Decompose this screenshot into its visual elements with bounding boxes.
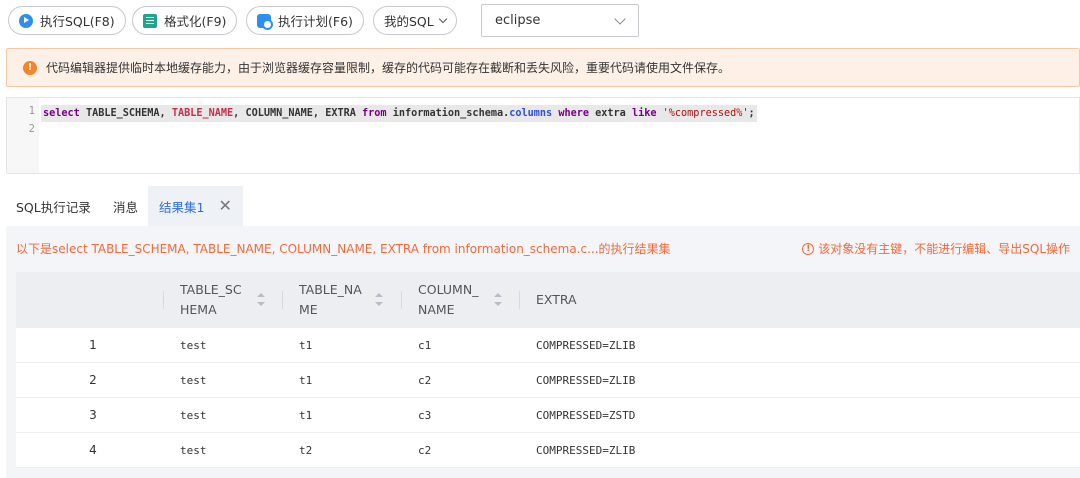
ident-table-schema: TABLE_SCHEMA,	[85, 108, 166, 119]
tab-resultset-1[interactable]: 结果集1 ✕	[148, 186, 243, 226]
column-header-table-schema[interactable]: TABLE_SC HEMA	[180, 272, 242, 328]
notice-text: 代码编辑器提供临时本地缓存能力，由于浏览器缓存容量限制，缓存的代码可能存在截断和…	[46, 61, 731, 75]
table-row[interactable]: 4 test t2 c2 COMPRESSED=ZLIB	[16, 433, 1080, 468]
cell-column: c1	[418, 339, 432, 352]
column-divider	[163, 291, 164, 309]
header-line: ME	[299, 302, 318, 317]
tab-sql-history-label: SQL执行记录	[16, 199, 91, 215]
header-line: HEMA	[180, 302, 217, 317]
result-table: TABLE_SC HEMA TABLE_NA ME COLUMN_ NAME EXTR…	[16, 272, 1080, 468]
execution-plan-button[interactable]: 执行计划(F6)	[246, 6, 364, 35]
info-icon: !	[802, 242, 815, 255]
keyword-select: select	[43, 108, 80, 119]
my-sql-dropdown[interactable]: 我的SQL	[373, 6, 457, 35]
line-gutter: 1 2	[7, 98, 39, 173]
cell-table: t2	[299, 444, 313, 457]
toolbar: 执行SQL(F8) 格式化(F9) 执行计划(F6) 我的SQL eclipse	[0, 0, 1080, 44]
cell-schema: test	[180, 444, 207, 457]
format-icon	[143, 13, 157, 28]
cell-extra: COMPRESSED=ZSTD	[536, 409, 636, 422]
cell-table: t1	[299, 339, 313, 352]
column-divider	[401, 291, 402, 309]
ident-extra: EXTRA	[325, 108, 356, 119]
my-sql-label: 我的SQL	[384, 14, 434, 29]
sql-editor[interactable]: 1 2 select TABLE_SCHEMA, TABLE_NAME, COL…	[6, 97, 1080, 174]
cell-table: t1	[299, 409, 313, 422]
string-pattern: '%compressed%'	[662, 108, 749, 119]
cell-column: c3	[418, 409, 432, 422]
header-line: TABLE_SC	[180, 282, 242, 297]
result-summary: 以下是select TABLE_SCHEMA, TABLE_NAME, COLU…	[16, 242, 671, 256]
code-line-1[interactable]: select TABLE_SCHEMA, TABLE_NAME, COLUMN_…	[41, 105, 757, 122]
ident-schema: information_schema.	[392, 108, 510, 119]
cell-extra: COMPRESSED=ZLIB	[536, 339, 636, 352]
header-line: NAME	[418, 302, 455, 317]
execution-plan-label: 执行计划(F6)	[278, 14, 353, 29]
cell-column: c2	[418, 444, 432, 457]
semicolon: ;	[748, 108, 755, 119]
run-sql-label: 执行SQL(F8)	[40, 14, 115, 29]
row-number: 1	[89, 338, 97, 352]
column-header-column-name[interactable]: COLUMN_ NAME	[418, 272, 478, 328]
comma: ,	[233, 108, 240, 119]
ident-extra-lc: extra	[595, 108, 626, 119]
sort-icon[interactable]	[375, 293, 383, 307]
cell-schema: test	[180, 339, 207, 352]
tab-sql-history[interactable]: SQL执行记录	[16, 186, 91, 226]
tab-messages-label: 消息	[113, 199, 139, 215]
cell-extra: COMPRESSED=ZLIB	[536, 374, 636, 387]
column-divider	[282, 291, 283, 309]
warning-icon: !	[23, 60, 37, 75]
line-number: 2	[28, 123, 35, 135]
plan-icon	[257, 13, 273, 30]
header-line: EXTRA	[536, 292, 577, 307]
run-sql-button[interactable]: 执行SQL(F8)	[8, 6, 126, 35]
cell-extra: COMPRESSED=ZLIB	[536, 444, 636, 457]
close-icon[interactable]: ✕	[218, 198, 231, 214]
cell-table: t1	[299, 374, 313, 387]
no-primary-key-warning: ! 该对象没有主键，不能进行编辑、导出SQL操作	[802, 240, 1070, 257]
tab-resultset-label: 结果集1	[159, 199, 205, 215]
keyword-like: like	[631, 108, 657, 119]
table-row[interactable]: 1 test t1 c1 COMPRESSED=ZLIB	[16, 328, 1080, 363]
cache-notice: ! 代码编辑器提供临时本地缓存能力，由于浏览器缓存容量限制，缓存的代码可能存在截…	[6, 48, 1080, 87]
database-select[interactable]: eclipse	[481, 4, 639, 37]
header-line: COLUMN_	[418, 282, 479, 297]
cell-column: c2	[418, 374, 432, 387]
tab-messages[interactable]: 消息	[113, 186, 138, 226]
column-header-table-name[interactable]: TABLE_NA ME	[299, 272, 362, 328]
table-row[interactable]: 3 test t1 c3 COMPRESSED=ZSTD	[16, 398, 1080, 433]
keyword-where: where	[558, 108, 589, 119]
database-value: eclipse	[495, 13, 541, 28]
warning-text: 该对象没有主键，不能进行编辑、导出SQL操作	[818, 242, 1070, 256]
chevron-down-icon	[438, 14, 447, 23]
row-number: 3	[89, 408, 97, 422]
sort-icon[interactable]	[494, 293, 502, 307]
play-icon	[19, 13, 33, 28]
keyword-from: from	[362, 108, 387, 119]
result-tabs: SQL执行记录 消息 结果集1 ✕	[6, 186, 1080, 226]
table-row[interactable]: 2 test t1 c2 COMPRESSED=ZLIB	[16, 363, 1080, 398]
format-button[interactable]: 格式化(F9)	[132, 6, 238, 35]
chevron-down-icon	[614, 13, 626, 25]
format-label: 格式化(F9)	[164, 14, 227, 29]
header-line: TABLE_NA	[299, 282, 362, 297]
line-number: 1	[28, 105, 35, 117]
cell-schema: test	[180, 409, 207, 422]
sort-icon[interactable]	[257, 293, 265, 307]
ident-table-name: TABLE_NAME	[171, 108, 234, 119]
cell-schema: test	[180, 374, 207, 387]
ident-column-name: COLUMN_NAME,	[245, 108, 320, 119]
result-pane: 以下是select TABLE_SCHEMA, TABLE_NAME, COLU…	[6, 226, 1080, 478]
ident-columns: columns	[509, 108, 553, 119]
column-header-extra[interactable]: EXTRA	[536, 272, 577, 328]
row-number: 4	[89, 443, 97, 457]
table-header: TABLE_SC HEMA TABLE_NA ME COLUMN_ NAME EXTR…	[16, 272, 1080, 328]
column-divider	[519, 291, 520, 309]
row-number: 2	[89, 373, 97, 387]
